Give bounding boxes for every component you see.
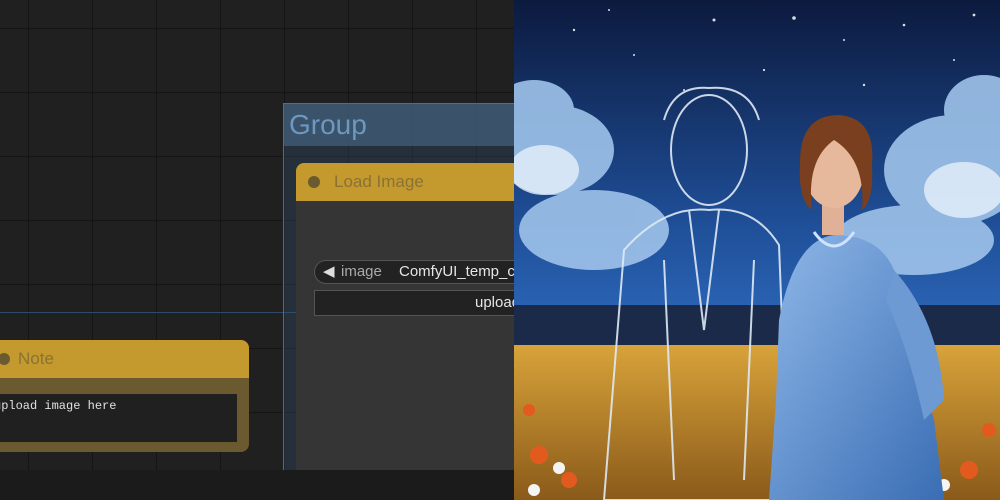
note-node[interactable]: Note upload image here <box>0 340 249 452</box>
node-graph-canvas[interactable]: Group Load Image ◀ image ComfyUI_temp_c … <box>0 0 514 500</box>
group-title-bar[interactable]: Group <box>284 104 514 146</box>
combo-left-arrow-icon[interactable]: ◀ <box>323 261 335 283</box>
graph-link <box>0 312 300 313</box>
note-textarea[interactable]: upload image here <box>0 394 237 442</box>
load-image-node-header[interactable]: Load Image <box>296 163 514 201</box>
group-title: Group <box>289 109 367 140</box>
combo-label: image <box>341 263 382 280</box>
bottom-strip <box>0 470 514 500</box>
image-combo-widget[interactable]: ◀ image ComfyUI_temp_c <box>314 260 514 284</box>
upload-button[interactable]: upload <box>314 290 514 316</box>
upload-button-label: upload <box>475 294 514 311</box>
image-preview <box>514 0 1000 500</box>
painting-preview-icon <box>514 0 1000 500</box>
note-node-header[interactable]: Note <box>0 340 249 378</box>
load-image-node[interactable]: Load Image ◀ image ComfyUI_temp_c upload <box>296 163 514 483</box>
collapse-dot-icon[interactable] <box>0 353 10 365</box>
combo-value: ComfyUI_temp_c <box>399 263 514 280</box>
collapse-dot-icon[interactable] <box>308 176 320 188</box>
note-node-title: Note <box>18 349 54 368</box>
load-image-node-title: Load Image <box>334 172 424 191</box>
